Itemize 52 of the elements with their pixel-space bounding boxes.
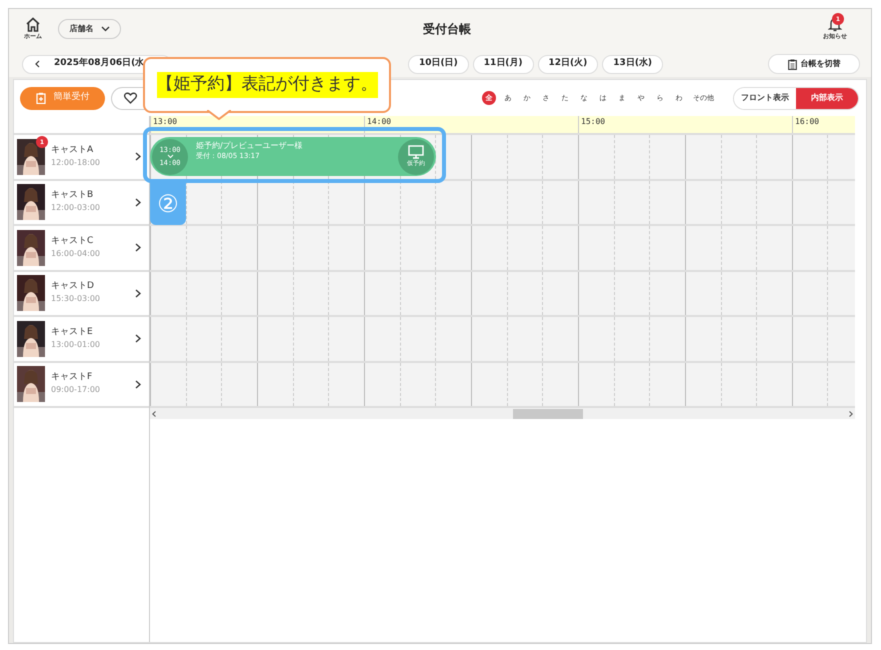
view-toggle[interactable]: 内部表示 xyxy=(796,88,858,108)
scroll-right-icon[interactable] xyxy=(849,410,853,416)
horizontal-scrollbar[interactable] xyxy=(150,406,855,419)
clipboard-plus-icon xyxy=(36,92,46,104)
heart-icon xyxy=(124,92,137,104)
chevron-right-icon xyxy=(135,334,141,344)
chevron-right-icon xyxy=(135,152,141,162)
home-icon[interactable] xyxy=(25,17,41,32)
chevron-down-icon xyxy=(100,26,110,32)
page-title: 受付台帳 xyxy=(423,21,471,38)
cast-row[interactable]: キャストB 12:00-03:00 xyxy=(14,178,149,224)
cast-name: キャストD xyxy=(51,280,95,292)
chevron-down-icon xyxy=(166,154,174,159)
cast-hours: 13:00-01:00 xyxy=(51,338,100,351)
cast-row[interactable]: キャストD 15:30-03:00 xyxy=(14,270,149,315)
cast-hours: 12:00-18:00 xyxy=(51,156,100,169)
chevron-right-icon xyxy=(135,198,141,207)
cast-hours: 09:00-17:00 xyxy=(51,384,100,396)
cast-hours: 15:30-03:00 xyxy=(51,293,100,306)
store-select[interactable]: 店舗名 xyxy=(58,19,121,39)
date-tab[interactable]: 10日(日) xyxy=(408,54,469,74)
chevron-right-icon xyxy=(135,243,141,252)
cast-name: キャストE xyxy=(51,326,94,338)
cast-row[interactable]: キャストF 09:00-17:00 xyxy=(14,360,149,406)
date-tab[interactable]: 12日(火) xyxy=(538,54,598,74)
current-date: 2025年08月06日(水 xyxy=(54,57,144,70)
cast-row[interactable]: キャストC 16:00-04:00 xyxy=(14,224,149,270)
scrollbar-thumb[interactable] xyxy=(513,408,583,418)
cast-name: キャストB xyxy=(51,189,94,202)
switch-ledger-button[interactable]: 台帳を切替 xyxy=(768,54,860,74)
hour-label: 13:00 xyxy=(153,117,178,126)
hour-label: 14:00 xyxy=(367,117,392,126)
cast-name: キャストC xyxy=(51,234,94,247)
cast-hours: 12:00-03:00 xyxy=(51,202,100,214)
bell-icon[interactable] xyxy=(828,17,842,32)
chevron-right-icon xyxy=(135,288,141,298)
date-tab[interactable]: 11日(月) xyxy=(472,54,534,74)
hour-label: 16:00 xyxy=(795,117,820,126)
cast-row[interactable]: キャストE 13:00-01:00 xyxy=(14,315,149,360)
chevron-right-icon xyxy=(135,380,141,389)
cast-name: キャストF xyxy=(51,371,94,384)
monitor-icon xyxy=(408,145,424,159)
date-tab[interactable]: 13日(水) xyxy=(602,54,664,74)
chevron-left-icon xyxy=(35,60,40,68)
step-badge: ② xyxy=(150,183,186,225)
cast-hours: 16:00-04:00 xyxy=(51,248,100,260)
hour-label: 15:00 xyxy=(581,117,606,126)
cast-name: キャストA xyxy=(51,144,94,156)
reservation-title: 姫予約/プレビューユーザー様 xyxy=(196,140,303,151)
clipboard-icon xyxy=(788,58,796,70)
scroll-left-icon[interactable] xyxy=(152,410,156,416)
callout-text: 【姫予約】表記が付きます。 xyxy=(156,72,378,98)
